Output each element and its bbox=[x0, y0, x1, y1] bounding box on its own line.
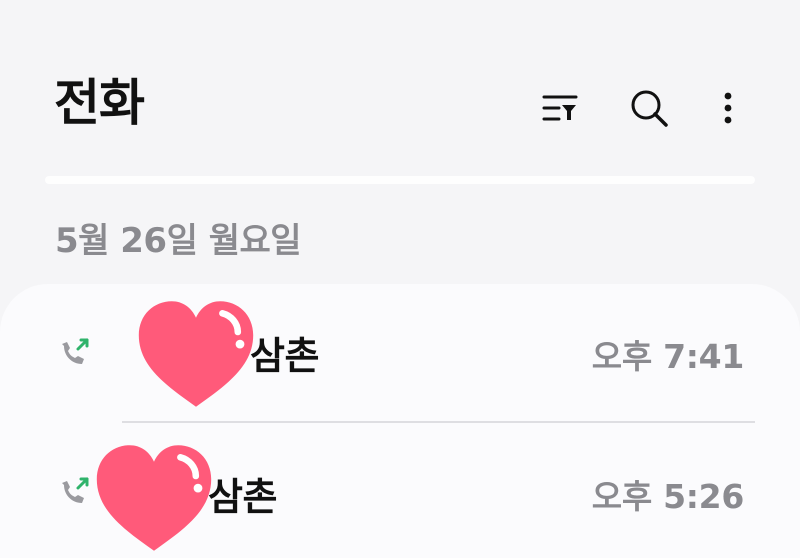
call-time: 오후 7:41 bbox=[591, 337, 745, 376]
call-time: 오후 5:26 bbox=[591, 477, 745, 516]
phone-app: 전화 5월 26일 월요일 삼촌 오후 7:41 삼촌 오후 5:26 bbox=[0, 0, 800, 558]
contact-name: 삼촌 bbox=[250, 334, 319, 378]
date-header: 5월 26일 월요일 bbox=[55, 221, 302, 261]
app-header: 전화 bbox=[0, 0, 800, 170]
call-log-item[interactable]: 삼촌 오후 7:41 bbox=[0, 290, 800, 420]
filter-icon[interactable] bbox=[538, 86, 582, 130]
contact-name: 삼촌 bbox=[208, 475, 277, 519]
more-options-icon[interactable] bbox=[706, 86, 750, 130]
list-divider bbox=[122, 421, 755, 423]
outgoing-call-icon bbox=[56, 336, 92, 372]
search-icon[interactable] bbox=[627, 86, 671, 130]
page-title: 전화 bbox=[54, 74, 145, 132]
header-divider bbox=[45, 176, 755, 184]
outgoing-call-icon bbox=[56, 475, 92, 511]
call-log-item[interactable]: 삼촌 오후 5:26 bbox=[0, 425, 800, 555]
